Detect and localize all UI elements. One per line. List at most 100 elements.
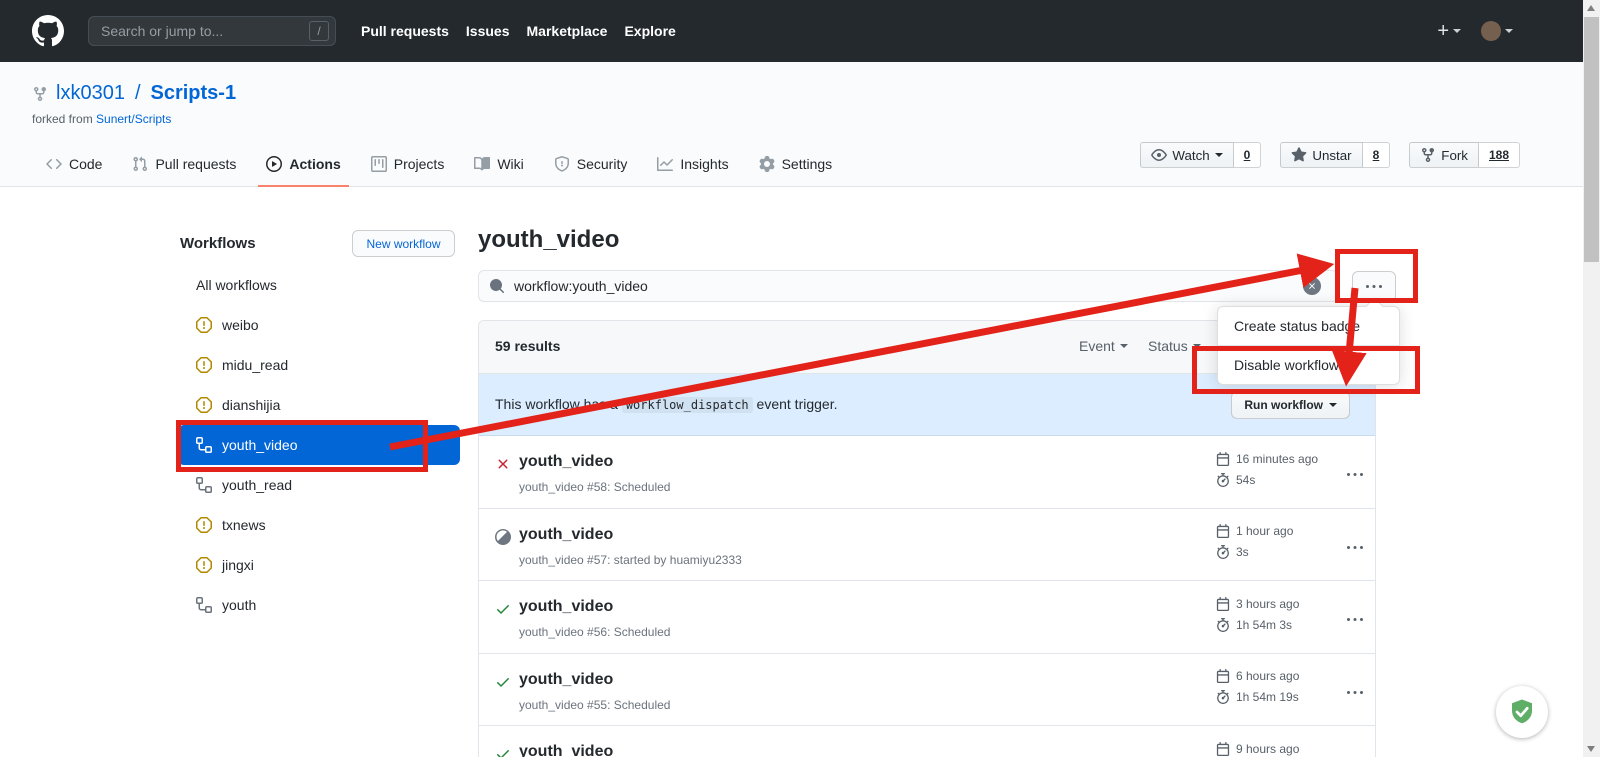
tab-wiki[interactable]: Wiki bbox=[466, 143, 531, 187]
tab-label: Code bbox=[69, 156, 102, 172]
stopwatch-icon bbox=[1216, 545, 1230, 559]
tab-code[interactable]: Code bbox=[38, 143, 110, 187]
tab-settings[interactable]: Settings bbox=[751, 143, 841, 187]
tab-security[interactable]: Security bbox=[546, 143, 636, 187]
repo-owner-link[interactable]: lxk0301 bbox=[56, 82, 125, 105]
sidebar-item-youth_video[interactable]: youth_video bbox=[178, 425, 460, 465]
repo-tabs: Code Pull requests Actions Projects Wiki… bbox=[38, 143, 854, 187]
filter-label: Status bbox=[1148, 338, 1188, 354]
workflow-label: midu_read bbox=[222, 357, 288, 373]
warning-octagon-icon bbox=[196, 397, 212, 413]
nav-link-explore[interactable]: Explore bbox=[624, 23, 675, 39]
sidebar-item-all-workflows[interactable]: All workflows bbox=[178, 265, 460, 305]
run-duration: 1h 54m 3s bbox=[1236, 618, 1292, 632]
star-count[interactable]: 8 bbox=[1363, 142, 1391, 168]
forked-from-text: forked from bbox=[32, 112, 96, 126]
repo-name-link[interactable]: Scripts-1 bbox=[151, 82, 237, 105]
chevron-down-icon bbox=[1453, 29, 1461, 33]
play-icon bbox=[266, 156, 282, 172]
workflow-icon bbox=[196, 597, 212, 613]
repo-header: lxk0301 / Scripts-1 forked from Sunert/S… bbox=[0, 62, 1583, 187]
calendar-icon bbox=[1216, 669, 1230, 683]
scrollbar-thumb[interactable] bbox=[1584, 17, 1599, 262]
page-title: youth_video bbox=[478, 226, 619, 254]
chevron-down-icon bbox=[1193, 344, 1201, 348]
status-filter[interactable]: Status bbox=[1148, 338, 1201, 354]
gear-icon bbox=[759, 156, 775, 172]
menu-item-create-status-badge[interactable]: Create status badge bbox=[1218, 307, 1399, 345]
event-filter[interactable]: Event bbox=[1079, 338, 1128, 354]
slash-key-hint: / bbox=[309, 21, 329, 41]
sidebar-item-weibo[interactable]: weibo bbox=[178, 305, 460, 345]
fork-button[interactable]: Fork bbox=[1409, 142, 1479, 168]
chevron-down-icon bbox=[1505, 29, 1513, 33]
watch-count[interactable]: 0 bbox=[1234, 142, 1262, 168]
tab-label: Pull requests bbox=[155, 156, 236, 172]
global-search-input[interactable] bbox=[88, 16, 336, 46]
shield-check-icon bbox=[1507, 697, 1537, 727]
nav-link-marketplace[interactable]: Marketplace bbox=[527, 23, 608, 39]
fork-source-link[interactable]: Sunert/Scripts bbox=[96, 112, 171, 126]
clear-search-button[interactable] bbox=[1303, 277, 1321, 295]
run-title-link[interactable]: youth_video bbox=[519, 526, 613, 544]
top-navbar: / Pull requests Issues Marketplace Explo… bbox=[0, 0, 1583, 62]
sidebar-item-youth_read[interactable]: youth_read bbox=[178, 465, 460, 505]
tab-projects[interactable]: Projects bbox=[363, 143, 453, 187]
run-title-link[interactable]: youth_video bbox=[519, 743, 613, 757]
create-new-button[interactable]: + bbox=[1437, 21, 1461, 41]
workflow-icon bbox=[196, 477, 212, 493]
run-title-link[interactable]: youth_video bbox=[519, 671, 613, 689]
page-scrollbar[interactable] bbox=[1583, 0, 1600, 757]
run-workflow-button[interactable]: Run workflow bbox=[1231, 391, 1350, 419]
run-options-button[interactable] bbox=[1343, 536, 1367, 560]
tab-insights[interactable]: Insights bbox=[649, 143, 736, 187]
workflow-label: weibo bbox=[222, 317, 259, 333]
sidebar-item-dianshijia[interactable]: dianshijia bbox=[178, 385, 460, 425]
watch-button[interactable]: Watch bbox=[1140, 142, 1233, 168]
github-logo-icon[interactable] bbox=[32, 15, 64, 47]
scroll-up-arrow-icon[interactable] bbox=[1587, 5, 1595, 11]
results-count: 59 results bbox=[495, 338, 560, 354]
run-options-button[interactable] bbox=[1343, 608, 1367, 632]
fork-label: Fork bbox=[1441, 148, 1468, 163]
banner-text: This workflow has a workflow_dispatch ev… bbox=[495, 396, 837, 412]
repo-title: lxk0301 / Scripts-1 bbox=[32, 82, 236, 105]
new-workflow-button[interactable]: New workflow bbox=[352, 230, 455, 257]
star-icon bbox=[1291, 147, 1307, 163]
run-options-button[interactable] bbox=[1343, 681, 1367, 705]
chevron-down-icon bbox=[1329, 403, 1337, 407]
unstar-button[interactable]: Unstar bbox=[1280, 142, 1362, 168]
fork-count[interactable]: 188 bbox=[1479, 142, 1520, 168]
tab-label: Actions bbox=[289, 156, 340, 172]
success-check-icon bbox=[495, 674, 511, 690]
workflow-icon bbox=[196, 437, 212, 453]
tab-pull-requests[interactable]: Pull requests bbox=[124, 143, 244, 187]
run-title-link[interactable]: youth_video bbox=[519, 453, 613, 471]
nav-link-pull-requests[interactable]: Pull requests bbox=[361, 23, 449, 39]
menu-item-disable-workflow[interactable]: Disable workflow bbox=[1218, 345, 1399, 384]
repo-forked-icon bbox=[1420, 147, 1436, 163]
scroll-down-arrow-icon[interactable] bbox=[1587, 746, 1595, 752]
repo-separator: / bbox=[133, 82, 143, 105]
sidebar-item-youth[interactable]: youth bbox=[178, 585, 460, 625]
shield-icon bbox=[554, 156, 570, 172]
nav-link-issues[interactable]: Issues bbox=[466, 23, 510, 39]
watch-label: Watch bbox=[1172, 148, 1209, 163]
sidebar-item-midu_read[interactable]: midu_read bbox=[178, 345, 460, 385]
calendar-icon bbox=[1216, 452, 1230, 466]
run-title-link[interactable]: youth_video bbox=[519, 598, 613, 616]
graph-icon bbox=[657, 156, 673, 172]
stopwatch-icon bbox=[1216, 690, 1230, 704]
run-search-input[interactable] bbox=[478, 270, 1338, 302]
run-duration: 1h 54m 19s bbox=[1236, 690, 1299, 704]
adguard-shield-button[interactable] bbox=[1496, 686, 1548, 738]
avatar bbox=[1481, 21, 1501, 41]
run-options-button[interactable] bbox=[1343, 463, 1367, 487]
tab-actions[interactable]: Actions bbox=[258, 143, 348, 187]
sidebar-item-txnews[interactable]: txnews bbox=[178, 505, 460, 545]
forked-from: forked from Sunert/Scripts bbox=[32, 112, 171, 126]
sidebar-item-jingxi[interactable]: jingxi bbox=[178, 545, 460, 585]
workflow-runs-panel: 59 results Event Status This workflow ha… bbox=[478, 320, 1376, 757]
user-menu-button[interactable] bbox=[1481, 21, 1513, 41]
warning-octagon-icon bbox=[196, 517, 212, 533]
